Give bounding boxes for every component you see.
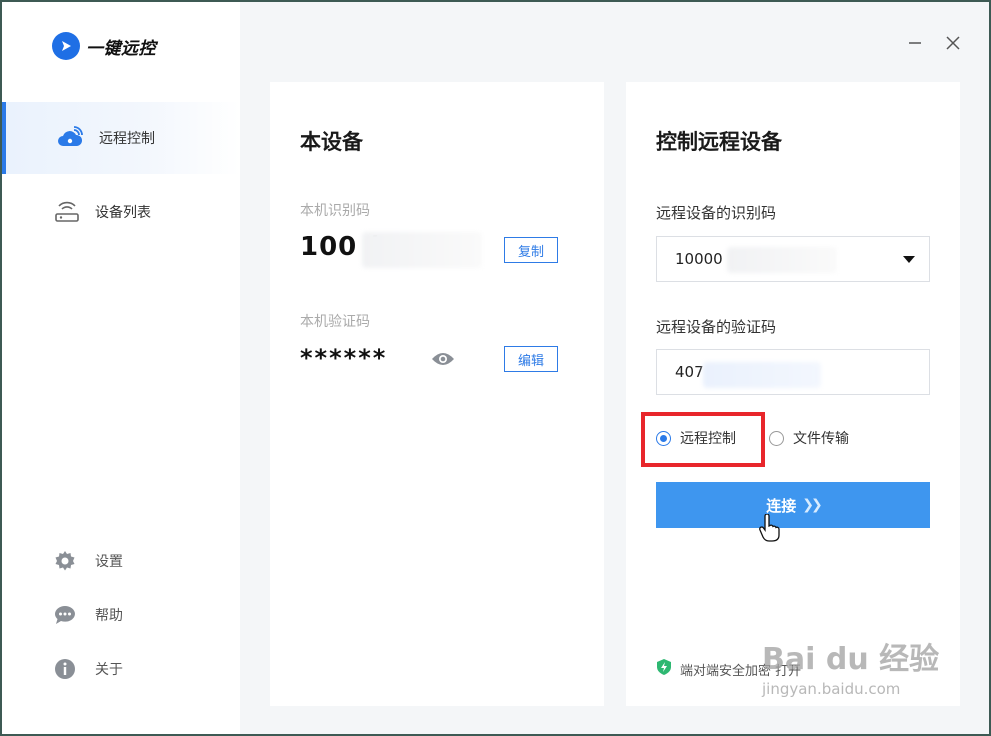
baidu-watermark: Bai du 经验 jingyan.baidu.com [762,634,939,698]
sidebar-item-label: 设置 [95,554,123,570]
watermark-brand: Bai du 经验 [762,642,940,677]
remote-verify-input[interactable]: 407 [656,349,930,395]
app-window: 一键远控 远程控制 设备列表 设置 帮助 关于 本设备 本机识别码 100 (… [0,0,991,736]
local-verify-value: ****** [300,344,388,372]
radio-label: 文件传输 [793,431,849,447]
close-button[interactable] [942,32,964,54]
highlight-annotation [641,412,765,467]
close-icon [946,36,960,50]
connect-button[interactable]: 连接 ❯❯ [656,482,930,528]
connect-label: 连接 [766,496,797,515]
sidebar-item-label: 关于 [95,662,123,678]
sidebar: 一键远控 远程控制 设备列表 设置 帮助 关于 [2,2,240,734]
minimize-icon [909,42,921,44]
double-chevron-icon: ❯❯ [802,497,823,513]
minimize-button[interactable] [904,32,926,54]
dropdown-arrow-icon [903,256,915,263]
sidebar-item-device-list[interactable]: 设备列表 [2,176,240,248]
shield-icon [656,658,672,680]
copy-button[interactable]: 复制 [504,237,558,263]
eye-icon[interactable] [431,350,455,372]
app-logo-icon [52,32,80,60]
remote-verify-label: 远程设备的验证码 [656,318,777,336]
cloud-remote-icon [56,124,84,152]
info-icon [53,657,77,681]
local-verify-label: 本机验证码 [300,314,370,330]
remote-id-label: 远程设备的识别码 [656,204,777,222]
sidebar-item-label: 帮助 [95,608,123,624]
panel-title: 控制远程设备 [656,130,782,154]
local-device-panel: 本设备 本机识别码 100 ( 复制 本机验证码 ****** 编辑 [270,82,604,706]
redaction-mask [362,232,482,268]
sidebar-item-settings[interactable]: 设置 [2,546,240,576]
app-name: 一键远控 [86,38,156,59]
redaction-mask [727,247,837,273]
router-icon [53,198,81,226]
panel-title: 本设备 [300,130,363,154]
chat-help-icon [53,603,77,627]
hand-cursor-icon [759,513,781,546]
remote-id-dropdown[interactable]: 10000 [656,236,930,282]
sidebar-item-label: 远程控制 [99,131,155,147]
sidebar-item-label: 设备列表 [95,205,151,221]
app-logo: 一键远控 [52,32,156,60]
edit-button[interactable]: 编辑 [504,346,558,372]
radio-dot [769,430,784,446]
remote-verify-value: 407 [675,363,704,381]
sidebar-item-help[interactable]: 帮助 [2,600,240,630]
sidebar-item-remote-control[interactable]: 远程控制 [2,102,240,174]
redaction-mask [703,362,821,388]
local-id-label: 本机识别码 [300,203,370,219]
remote-device-panel: 控制远程设备 远程设备的识别码 10000 远程设备的验证码 407 远程控制 … [626,82,960,706]
watermark-url: jingyan.baidu.com [762,680,901,698]
remote-id-value: 10000 [675,250,723,268]
gear-icon [53,549,77,573]
sidebar-item-about[interactable]: 关于 [2,654,240,684]
radio-file-transfer[interactable]: 文件传输 [769,428,849,448]
